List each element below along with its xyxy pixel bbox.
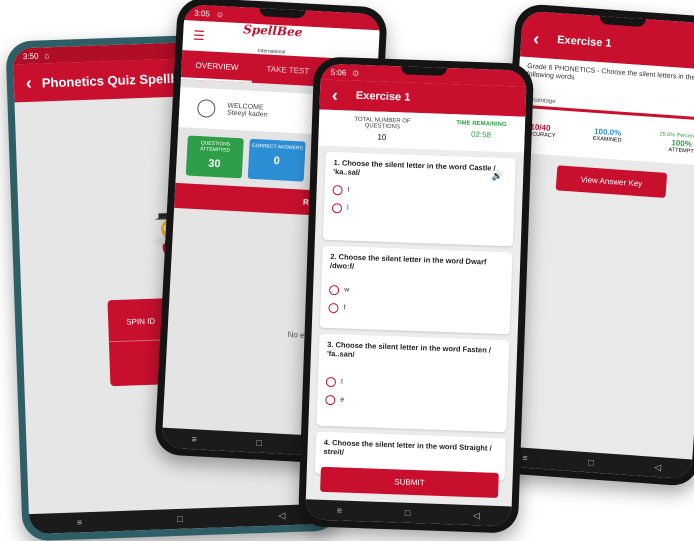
radio-button[interactable] — [328, 302, 339, 314]
back-nav-icon[interactable]: ◁ — [278, 510, 285, 521]
submit-button[interactable]: SUBMIT — [320, 466, 499, 498]
system-nav-bar: ≡ □ ◁ — [305, 499, 512, 527]
radio-button[interactable] — [325, 394, 336, 405]
back-nav-icon[interactable]: ◁ — [473, 510, 480, 521]
tab-overview[interactable]: OVERVIEW — [180, 50, 254, 83]
exercise-summary: TOTAL NUMBER OF QUESTIONS 10 TIME REMAINI… — [318, 109, 526, 153]
question-card: 3. Choose the silent letter in the word … — [316, 333, 510, 433]
back-arrow-icon[interactable]: ‹ — [320, 85, 349, 105]
answer-option[interactable]: f — [328, 302, 502, 319]
menu-nav-icon[interactable]: ≡ — [191, 434, 197, 444]
menu-nav-icon[interactable]: ≡ — [337, 505, 343, 515]
user-avatar-icon — [196, 98, 216, 118]
answer-option[interactable]: e — [325, 394, 499, 411]
home-nav-icon[interactable]: □ — [177, 514, 183, 524]
system-nav-bar: ≡ □ ◁ — [28, 503, 334, 535]
hamburger-menu-icon[interactable]: ☰ — [183, 27, 215, 45]
app-title: Exercise 1 — [556, 34, 612, 50]
radio-button[interactable] — [332, 184, 343, 196]
radio-button[interactable] — [331, 202, 343, 214]
correct-answers-card: CORRECT ANSWERS 0 — [247, 138, 306, 182]
answer-option[interactable]: l — [331, 202, 506, 219]
radio-button[interactable] — [325, 376, 337, 388]
radio-button[interactable] — [328, 284, 340, 296]
back-arrow-icon[interactable]: ‹ — [521, 28, 550, 48]
phone-mockup-exercise: 5:06 ⊙ ‹ Exercise 1 TOTAL NUMBER OF QUEST… — [297, 56, 535, 534]
question-card: 2. Choose the silent letter in the word … — [319, 245, 513, 335]
answer-option[interactable]: w — [328, 284, 503, 301]
system-nav-bar: ≡ □ ◁ — [491, 445, 693, 480]
view-answer-key-button[interactable]: View Answer Key — [555, 165, 668, 198]
answer-option[interactable]: t — [332, 184, 506, 201]
question-card: 1. Choose the silent letter in the word … — [322, 151, 516, 247]
menu-nav-icon[interactable]: ≡ — [522, 453, 528, 463]
back-arrow-icon[interactable]: ‹ — [14, 73, 43, 93]
home-nav-icon[interactable]: □ — [405, 508, 411, 518]
app-title: Exercise 1 — [355, 89, 411, 104]
home-nav-icon[interactable]: □ — [256, 438, 262, 448]
speaker-icon[interactable]: 🔊 — [492, 170, 504, 181]
questions-attempted-card: QUESTIONS ATTEMPTED 30 — [185, 135, 244, 179]
menu-nav-icon[interactable]: ≡ — [77, 517, 83, 527]
answer-option[interactable]: t — [325, 376, 500, 393]
home-nav-icon[interactable]: □ — [588, 457, 594, 467]
back-nav-icon[interactable]: ◁ — [654, 461, 662, 472]
app-title: Phonetics Quiz Spellbe — [41, 69, 186, 90]
